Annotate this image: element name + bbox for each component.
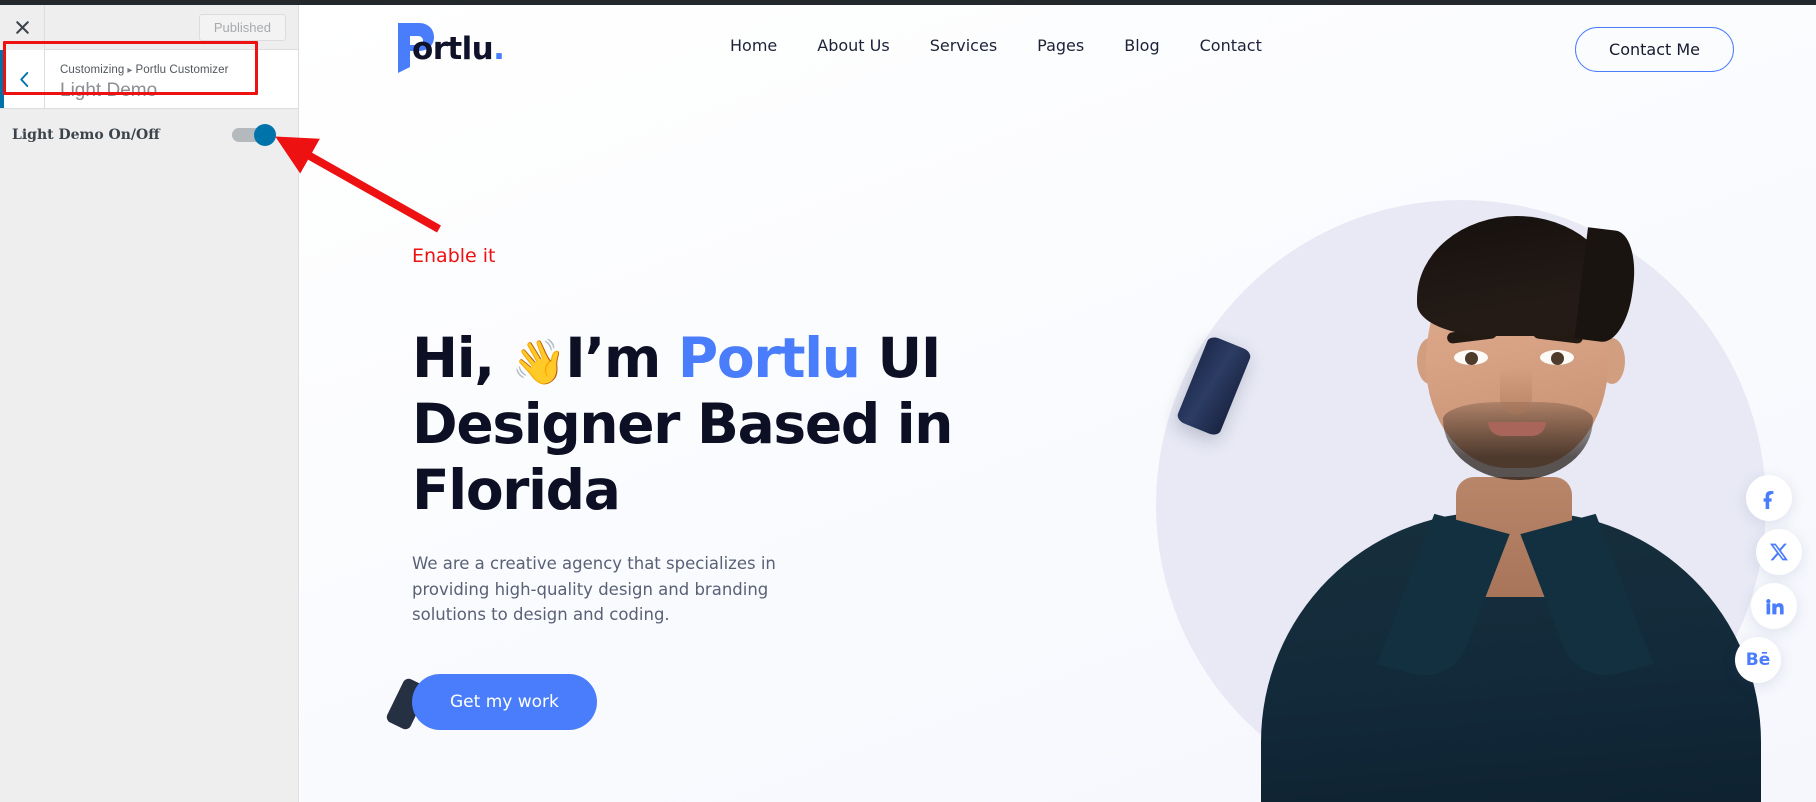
hero-copy: Hi, 👋I’m Portlu UI Designer Based in Flo… — [384, 325, 1052, 736]
hero-heading: Hi, 👋I’m Portlu UI Designer Based in Flo… — [412, 325, 1052, 523]
customizer-topbar-right: Published — [45, 13, 298, 41]
nav-item-contact[interactable]: Contact — [1200, 36, 1262, 55]
hero-heading-part1: Hi, — [412, 326, 495, 390]
nav-item-blog[interactable]: Blog — [1124, 36, 1159, 55]
customizer-section-header: Customizing ▸ Portlu Customizer Light Demo — [0, 50, 298, 109]
nav-item-pages[interactable]: Pages — [1037, 36, 1084, 55]
close-icon[interactable] — [0, 4, 45, 50]
site-logo[interactable]: ortlu. — [392, 17, 510, 73]
logo-dot: . — [493, 31, 505, 67]
hero-paragraph: We are a creative agency that specialize… — [412, 554, 776, 625]
logo-word: ortlu — [412, 31, 494, 67]
nav-item-home[interactable]: Home — [730, 36, 777, 55]
customizer-topbar: Published — [0, 4, 298, 50]
facebook-icon[interactable] — [1746, 475, 1792, 521]
hero-portrait-photo — [1251, 170, 1771, 802]
breadcrumb-separator-icon: ▸ — [127, 65, 133, 77]
chevron-left-icon[interactable] — [0, 50, 45, 108]
hero-cta-wrapper: Get my work — [384, 674, 612, 736]
publish-button[interactable]: Published — [198, 13, 286, 41]
hero-visual — [986, 85, 1816, 802]
get-my-work-button[interactable]: Get my work — [412, 674, 597, 731]
customizer-sidebar: Published Customizing ▸ Portlu Customizer … — [0, 4, 299, 802]
enable-it-annotation: Enable it — [412, 245, 496, 267]
waving-hand-icon: 👋 — [511, 337, 567, 388]
behance-glyph: Bē — [1745, 649, 1771, 670]
nav-item-about-us[interactable]: About Us — [817, 36, 889, 55]
breadcrumb: Customizing ▸ Portlu Customizer — [60, 62, 298, 78]
site-header: ortlu. Home About Us Services Pages Blog… — [300, 5, 1816, 85]
hero-heading-part2: I’m — [565, 326, 661, 390]
nav-item-services[interactable]: Services — [930, 36, 997, 55]
portrait-mouth — [1488, 422, 1546, 436]
toggle-knob — [254, 124, 276, 146]
contact-me-button[interactable]: Contact Me — [1575, 27, 1734, 72]
portrait-iris-left — [1465, 352, 1478, 365]
behance-icon[interactable]: Bē — [1735, 637, 1781, 683]
light-demo-toggle[interactable] — [232, 124, 276, 146]
portrait-iris-right — [1551, 352, 1564, 365]
site-preview-pane[interactable]: ortlu. Home About Us Services Pages Blog… — [300, 5, 1816, 802]
hero-section: Enable it Hi, 👋I’m Portlu UI Designer Ba… — [300, 85, 1816, 802]
screen-root: Published Customizing ▸ Portlu Customizer … — [0, 0, 1816, 802]
x-twitter-icon[interactable] — [1756, 529, 1802, 575]
main-navigation: Home About Us Services Pages Blog Contac… — [730, 5, 1262, 85]
portrait-nose — [1500, 368, 1532, 414]
logo-wordmark: ortlu. — [412, 31, 505, 67]
social-links-rail: Bē — [1735, 475, 1802, 683]
control-row-light-demo: Light Demo On/Off — [0, 109, 298, 161]
hero-heading-accent: Portlu — [677, 326, 861, 390]
customizer-header-text: Customizing ▸ Portlu Customizer Light Demo — [45, 50, 298, 108]
linkedin-icon[interactable] — [1751, 583, 1797, 629]
breadcrumb-root[interactable]: Customizing — [60, 64, 124, 76]
breadcrumb-parent[interactable]: Portlu Customizer — [136, 64, 229, 76]
panel-title: Light Demo — [60, 80, 158, 102]
control-label: Light Demo On/Off — [12, 127, 160, 143]
